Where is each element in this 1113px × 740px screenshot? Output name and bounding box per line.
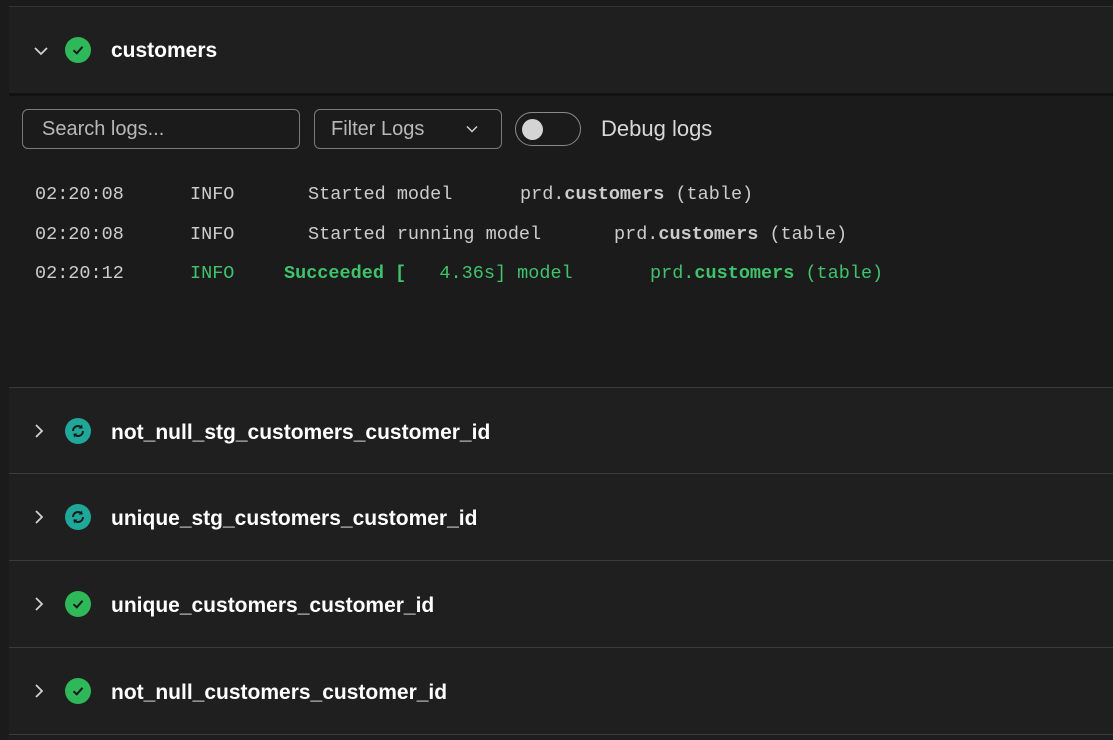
- log-message: Started model: [308, 184, 453, 205]
- run-results-panel: customers Filter Logs Debug logs 02:20:0…: [9, 6, 1113, 740]
- check-circle-icon: [65, 678, 91, 704]
- log-model-ref: prd.customers (table): [520, 184, 754, 205]
- result-item-label: unique_customers_customer_id: [111, 594, 435, 617]
- filter-logs-label: Filter Logs: [331, 117, 425, 140]
- chevron-down-icon[interactable]: [31, 41, 51, 61]
- chevron-down-icon: [466, 125, 478, 133]
- refresh-icon: [65, 418, 91, 444]
- result-item-label: customers: [111, 39, 218, 62]
- result-item-label: unique_stg_customers_customer_id: [111, 507, 478, 530]
- log-level: INFO: [190, 263, 235, 284]
- toggle-knob: [522, 119, 543, 140]
- result-item[interactable]: not_null_stg_customers_customer_id: [9, 388, 1113, 474]
- result-item-label: not_null_customers_customer_id: [111, 681, 448, 704]
- log-time: 02:20:12: [35, 263, 124, 284]
- result-item[interactable]: not_null_customers_customer_id: [9, 648, 1113, 735]
- chevron-right-icon[interactable]: [29, 507, 49, 527]
- result-item[interactable]: unique_stg_customers_customer_id: [9, 474, 1113, 561]
- refresh-icon: [65, 504, 91, 530]
- debug-logs-label: Debug logs: [601, 116, 713, 141]
- check-circle-icon: [65, 591, 91, 617]
- chevron-right-icon[interactable]: [29, 421, 49, 441]
- result-item[interactable]: unique_customers_customer_id: [9, 561, 1113, 648]
- log-level: INFO: [190, 224, 235, 245]
- log-message: Started running model: [308, 224, 542, 245]
- log-model-ref: prd.customers (table): [650, 263, 884, 284]
- log-line: 02:20:08 INFO Started model prd.customer…: [9, 184, 753, 208]
- result-item-label: not_null_stg_customers_customer_id: [111, 421, 491, 444]
- check-circle-icon: [65, 37, 91, 63]
- log-time: 02:20:08: [35, 224, 124, 245]
- log-viewer: Filter Logs Debug logs 02:20:08 INFO Sta…: [9, 93, 1113, 388]
- search-logs-input[interactable]: [22, 109, 300, 149]
- debug-logs-toggle[interactable]: [515, 112, 581, 146]
- log-line-success: 02:20:12 INFO Succeeded [ 4.36s] model p…: [9, 263, 883, 287]
- result-item-customers[interactable]: customers: [9, 7, 1113, 93]
- log-level: INFO: [190, 184, 235, 205]
- chevron-right-icon[interactable]: [29, 681, 49, 701]
- log-model-ref: prd.customers (table): [614, 224, 848, 245]
- log-line: 02:20:08 INFO Started running model prd.…: [9, 224, 847, 248]
- filter-logs-dropdown[interactable]: Filter Logs: [314, 109, 502, 149]
- log-time: 02:20:08: [35, 184, 124, 205]
- chevron-right-icon[interactable]: [29, 594, 49, 614]
- log-message: Succeeded [ 4.36s] model: [284, 263, 573, 284]
